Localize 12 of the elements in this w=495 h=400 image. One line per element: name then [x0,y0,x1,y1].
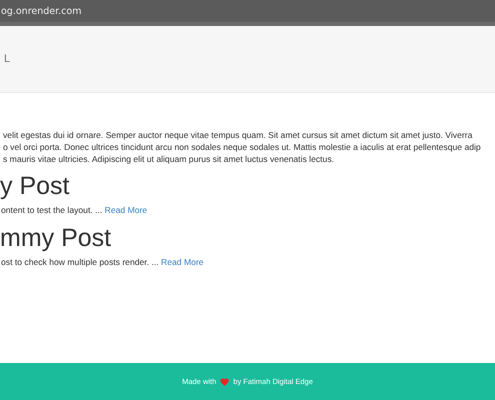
post-excerpt: ost to check how multiple posts render. ... [1,257,159,267]
post-excerpt: ontent to test the layout. ... [1,205,102,215]
site-logo[interactable]: L [0,53,12,65]
read-more-link[interactable]: Read More [161,257,204,267]
paragraph-text: o vel orci porta. Donec ultrices tincidunt arcu non sodales neque sodales ut. Mattis molestie a iaculis at erat pellentesque adip [2,141,482,153]
read-more-link[interactable]: Read More [104,205,148,215]
url-text[interactable]: og.onrender.com [0,6,82,16]
paragraph-text: s mauris vitae ultricies. Adipiscing elit ut aliquam purus sit amet luctus venenatis lectus. [2,153,336,165]
heart-icon [220,378,230,386]
post-title: y Post [0,171,70,201]
paragraph-text: velit egestas dui id ornare. Semper auctor neque vitae tempus quam. Sit amet cursus sit amet dictum sit amet justo. Viverra [2,129,474,141]
post-title: mmy Post [0,223,112,253]
